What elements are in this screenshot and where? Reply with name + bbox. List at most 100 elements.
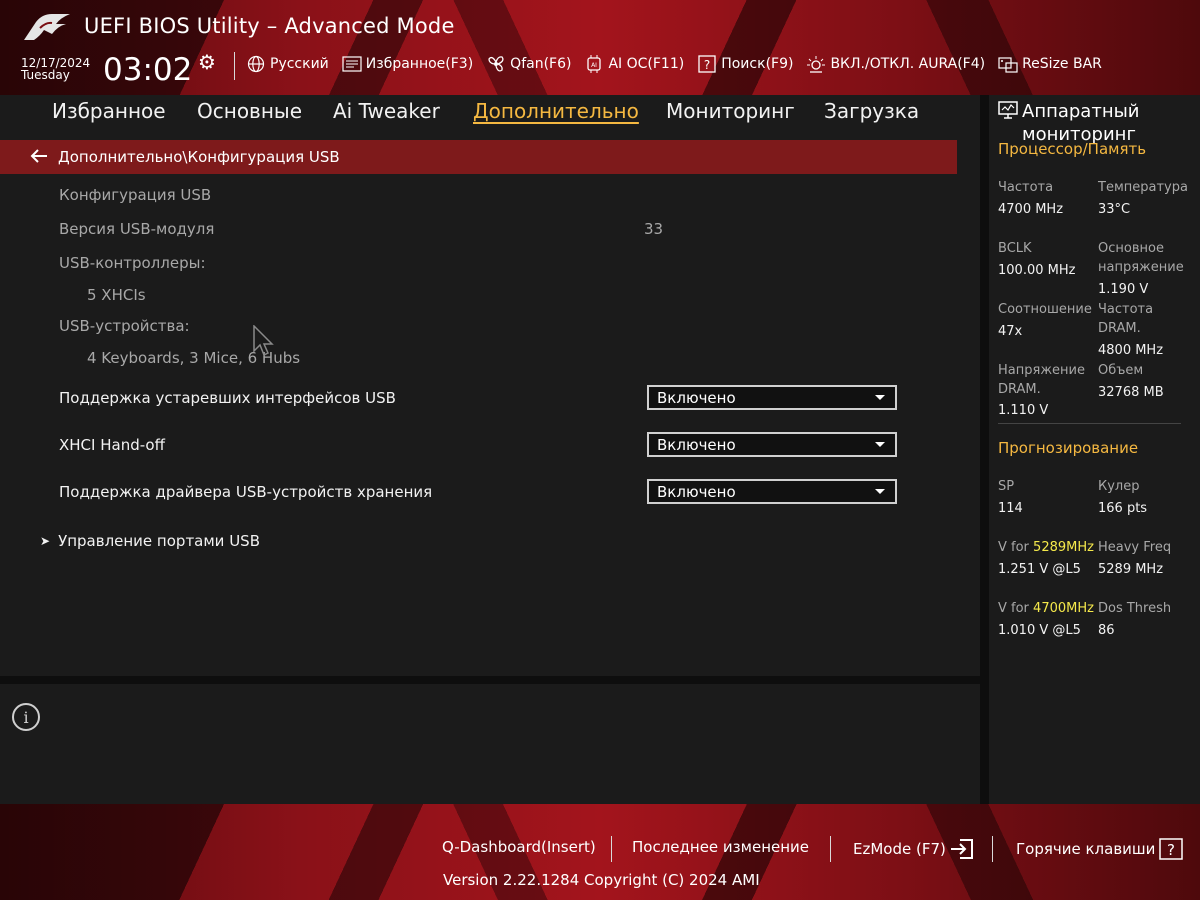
ratio-label: Соотношение [998, 302, 1092, 317]
tab-main[interactable]: Основные [197, 99, 302, 123]
favorites-button[interactable]: Избранное(F3) [342, 54, 473, 74]
sp-label: SP [998, 479, 1015, 494]
language-label: Русский [270, 56, 329, 72]
q-dashboard-button[interactable]: Q-Dashboard(Insert) [442, 838, 596, 856]
search-help-icon: ? [697, 54, 717, 74]
tab-ai-tweaker[interactable]: Ai Tweaker [333, 99, 440, 123]
usb-controllers-label: USB-контроллеры: [59, 254, 206, 272]
v-for-freq2-value: 1.010 V @L5 [998, 623, 1081, 638]
aura-button[interactable]: ВКЛ./ОТКЛ. AURA(F4) [806, 54, 985, 74]
usb-module-version-value: 33 [644, 220, 664, 238]
breadcrumb[interactable]: Дополнительно\Конфигурация USB [0, 140, 957, 174]
xhci-handoff-label: XHCI Hand-off [59, 436, 165, 454]
chevron-down-icon [875, 442, 885, 447]
heavy-freq-value: 5289 MHz [1098, 562, 1164, 577]
tab-boot[interactable]: Загрузка [824, 99, 919, 123]
help-question-icon: ? [1159, 838, 1184, 860]
qfan-label: Qfan(F6) [510, 56, 572, 72]
aura-light-icon [806, 54, 826, 74]
cpu-frequency-value: 4700 MHz [998, 202, 1064, 217]
core-voltage-label: Основное напряжение [1098, 241, 1184, 275]
xhci-handoff-dropdown[interactable]: Включено [647, 432, 897, 457]
legacy-usb-support-dropdown[interactable]: Включено [647, 385, 897, 410]
ezmode-button[interactable]: EzMode (F7) [853, 838, 974, 860]
dos-thresh-value: 86 [1098, 623, 1115, 638]
xhci-handoff-value: Включено [657, 435, 736, 454]
usb-storage-driver-value: Включено [657, 482, 736, 501]
cpu-memory-section-title: Процессор/Память [998, 140, 1147, 158]
qfan-button[interactable]: Qfan(F6) [486, 54, 571, 74]
dram-voltage-label: Напряжение DRAM. [998, 363, 1085, 397]
hotkeys-button[interactable]: Горячие клавиши ? [1016, 838, 1184, 860]
dram-frequency-label: Частота DRAM. [1098, 302, 1154, 336]
v-for-prefix: V for [998, 601, 1029, 616]
breadcrumb-text: Дополнительно\Конфигурация USB [58, 148, 340, 166]
dos-thresh-label: Dos Thresh [1098, 601, 1172, 616]
resize-bar-label: ReSize BAR [1022, 56, 1102, 72]
prediction-section-title: Прогнозирование [998, 439, 1139, 457]
exit-icon [950, 838, 974, 860]
v-for-prefix: V for [998, 540, 1029, 555]
ezmode-label: EzMode (F7) [853, 840, 946, 858]
usb-module-version-label: Версия USB-модуля [59, 220, 215, 238]
submenu-arrow-icon: ➤ [40, 534, 51, 548]
cpu-temperature-value: 33°C [1098, 202, 1131, 217]
section-title: Конфигурация USB [59, 186, 212, 204]
cooler-label: Кулер [1098, 479, 1140, 494]
resize-bar-button[interactable]: ReSize BAR [998, 54, 1102, 74]
svg-text:AI: AI [592, 62, 598, 69]
usb-port-control-label: Управление портами USB [58, 532, 260, 550]
back-arrow-icon[interactable] [30, 147, 52, 168]
copyright-text: Version 2.22.1284 Copyright (C) 2024 AMI [443, 871, 760, 889]
bclk-value: 100.00 MHz [998, 263, 1076, 278]
ai-oc-button[interactable]: AI AI OC(F11) [584, 54, 684, 74]
heavy-freq-label: Heavy Freq [1098, 540, 1172, 555]
info-icon: i [12, 703, 40, 731]
v-for-freq1-label: V for 5289MHz [998, 538, 1094, 557]
tab-advanced[interactable]: Дополнительно [473, 99, 639, 123]
main-tabs: Избранное Основные Ai Tweaker Дополнител… [0, 95, 980, 131]
ai-chip-icon: AI [584, 54, 604, 74]
header-toolbar: Русский Избранное(F3) Qfan(F6) AI AI OC(… [246, 54, 1115, 74]
weekday-text: Tuesday [21, 68, 70, 82]
ai-oc-label: AI OC(F11) [608, 56, 685, 72]
hotkeys-label: Горячие клавиши [1016, 840, 1156, 858]
gear-icon[interactable]: ⚙ [198, 50, 216, 74]
fan-icon [486, 54, 506, 74]
clock: 03:02 [103, 52, 193, 88]
dram-frequency-value: 4800 MHz [1098, 343, 1164, 358]
usb-storage-driver-dropdown[interactable]: Включено [647, 479, 897, 504]
cpu-temperature-label: Температура [1098, 180, 1188, 195]
chevron-down-icon [875, 489, 885, 494]
footer-divider [830, 836, 831, 862]
v-for-freq2-label: V for 4700MHz [998, 599, 1094, 618]
header-divider [234, 52, 235, 80]
bclk-label: BCLK [998, 241, 1032, 256]
monitor-icon [998, 101, 1018, 125]
legacy-usb-support-value: Включено [657, 388, 736, 407]
core-voltage-value: 1.190 V [1098, 282, 1149, 297]
favorites-icon [342, 54, 362, 74]
chevron-down-icon [875, 395, 885, 400]
last-change-button[interactable]: Последнее изменение [632, 838, 809, 856]
ratio-value: 47x [998, 324, 1023, 339]
rog-logo-icon [22, 10, 74, 48]
v-for-freq1-value: 1.251 V @L5 [998, 562, 1081, 577]
search-button[interactable]: ? Поиск(F9) [697, 54, 793, 74]
memory-capacity-label: Объем [1098, 363, 1144, 378]
tab-favorites[interactable]: Избранное [52, 99, 166, 123]
app-title: UEFI BIOS Utility – Advanced Mode [84, 14, 455, 38]
language-button[interactable]: Русский [246, 54, 329, 74]
hardware-monitor-panel: Аппаратный мониторинг Процессор/Память Ч… [989, 95, 1200, 804]
help-divider [0, 676, 980, 684]
cooler-value: 166 pts [1098, 501, 1148, 516]
memory-capacity-value: 32768 MB [1098, 385, 1164, 400]
v-for-freq1: 5289MHz [1033, 540, 1094, 555]
v-for-freq2: 4700MHz [1033, 601, 1094, 616]
tab-monitor[interactable]: Мониторинг [666, 99, 795, 123]
monitor-section-divider [998, 423, 1181, 424]
main-panel: Дополнительно\Конфигурация USB Конфигура… [0, 131, 980, 676]
favorites-label: Избранное(F3) [365, 56, 474, 72]
usb-port-control-submenu[interactable]: ➤ Управление портами USB [40, 532, 260, 550]
resize-bar-icon [998, 54, 1018, 74]
